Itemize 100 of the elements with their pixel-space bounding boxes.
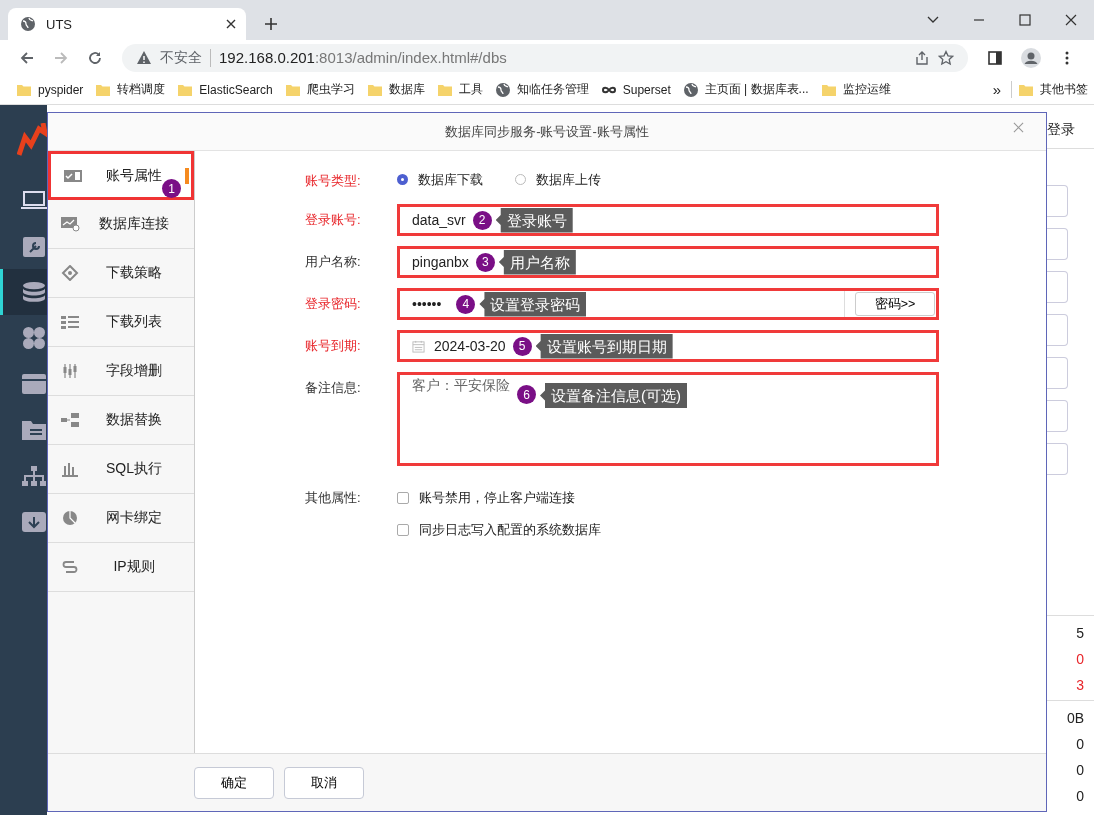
input-field[interactable]: pinganbx 3 用户名称 <box>400 249 936 275</box>
input-field[interactable] <box>1047 314 1068 346</box>
link-icon <box>60 559 80 575</box>
logo-icon <box>17 123 47 157</box>
security-label: 不安全 <box>160 48 211 67</box>
nav-item[interactable]: IP规则 <box>48 543 194 592</box>
input-field[interactable] <box>1047 443 1068 475</box>
nav-item[interactable]: 网卡绑定 <box>48 494 194 543</box>
nav-item[interactable]: 下载列表 <box>48 298 194 347</box>
cancel-button[interactable]: 取消 <box>284 766 364 799</box>
checkbox[interactable] <box>397 524 409 536</box>
sidebar-icon[interactable] <box>987 49 1003 66</box>
radio-option[interactable]: 数据库下载 <box>397 170 483 189</box>
input-field[interactable] <box>1047 271 1068 303</box>
input-field[interactable] <box>1047 228 1068 260</box>
input-field[interactable] <box>1047 400 1068 432</box>
profile-avatar[interactable] <box>1021 47 1041 68</box>
radio-option[interactable]: 数据库上传 <box>515 170 601 189</box>
field-label: 其他属性: <box>305 489 362 507</box>
browser-tab[interactable]: UTS <box>8 8 246 40</box>
bookmark-item[interactable]: 爬虫学习 <box>278 81 361 98</box>
sidebar-item[interactable] <box>0 269 47 315</box>
bookmark-item[interactable]: 监控运维 <box>814 81 897 98</box>
field-label: 备注信息: <box>305 379 362 397</box>
hint-tooltip: 设置账号到期日期 <box>535 333 673 359</box>
input-field[interactable] <box>1047 185 1068 217</box>
field-label: 登录账号: <box>305 211 362 229</box>
back-arrow-icon[interactable] <box>19 49 35 66</box>
nav-item[interactable]: 数据替换 <box>48 396 194 445</box>
diamond-icon <box>60 265 80 281</box>
bookmark-item[interactable]: 转档调度 <box>89 81 172 98</box>
globe-icon <box>20 16 36 32</box>
step-number-badge: 3 <box>475 252 495 272</box>
nav-item[interactable]: 账号属性 1 <box>48 151 194 200</box>
bookmark-item[interactable]: 知临任务管理 <box>488 81 595 98</box>
stat-value: 3 <box>1076 676 1084 695</box>
field-label: 登录密码: <box>305 295 362 313</box>
stat-value: 0 <box>1076 761 1084 780</box>
nav-item[interactable]: SQL执行 <box>48 445 194 494</box>
input-field[interactable]: data_svr 2 登录账号 <box>400 207 936 233</box>
nav-item[interactable]: 字段增删 <box>48 347 194 396</box>
reload-icon[interactable] <box>87 49 103 66</box>
hint-tooltip: 设置备注信息(可选) <box>540 383 687 408</box>
stat-value: 0 <box>1076 735 1084 754</box>
checkbox[interactable] <box>397 492 409 504</box>
close-icon[interactable] <box>226 19 236 29</box>
step-number-badge: 6 <box>517 385 536 404</box>
nav-item[interactable]: 数据库连接 <box>48 200 194 249</box>
checkbox-option[interactable]: 账号禁用，停止客户端连接 <box>397 489 601 507</box>
pie-icon <box>60 510 80 526</box>
step-number-badge: 1 <box>162 179 181 198</box>
calendar-icon <box>412 339 425 353</box>
bookmark-item[interactable]: 其他书签 <box>1012 81 1088 98</box>
checkbox-option[interactable]: 同步日志写入配置的系统数据库 <box>397 521 601 539</box>
database-icon <box>21 281 47 303</box>
hint-tooltip: 用户名称 <box>498 249 576 275</box>
nav-item[interactable]: 下载策略 <box>48 249 194 298</box>
maximize-icon[interactable] <box>1018 13 1032 27</box>
stat-value: 5 <box>1076 624 1084 643</box>
monitor-icon <box>60 216 80 232</box>
bookmark-item[interactable]: pyspider <box>10 81 90 98</box>
notes-field[interactable]: 客户：平安保险 6 设置备注信息(可选) <box>400 375 936 463</box>
close-icon[interactable] <box>1064 13 1078 27</box>
bookmark-item[interactable]: ElasticSearch <box>171 81 279 98</box>
header-text: 登录 <box>1047 121 1075 139</box>
step-number-badge: 4 <box>456 294 476 314</box>
address-bar[interactable]: 不安全 192.168.0.201:8013/admin/index.html#/dbs <box>122 43 968 72</box>
bookmark-item[interactable]: 数据库 <box>360 81 431 98</box>
star-icon[interactable] <box>938 49 954 66</box>
dialog-title: 数据库同步服务-账号设置-账号属性 <box>445 122 649 141</box>
confirm-button[interactable]: 确定 <box>194 766 274 799</box>
stat-value: 0 <box>1076 650 1084 669</box>
bookmark-item[interactable]: 主页面 | 数据库表... <box>676 81 815 98</box>
bookmark-item[interactable]: Superset <box>594 81 677 98</box>
new-tab-icon[interactable] <box>264 17 278 31</box>
four-circles-icon <box>21 327 47 349</box>
password-field[interactable]: •••••• 4 设置登录密码 <box>400 291 845 317</box>
stat-value: 0B <box>1066 709 1084 728</box>
overflow-chevron[interactable]: » <box>982 81 1012 98</box>
hint-tooltip: 设置登录密码 <box>479 291 587 317</box>
radio-button[interactable] <box>397 174 408 185</box>
password-button[interactable]: 密码>> <box>855 292 935 316</box>
card-icon <box>63 167 83 184</box>
field-label: 账号到期: <box>305 337 362 355</box>
warning-icon <box>136 49 152 66</box>
stat-value: 0 <box>1076 787 1084 806</box>
laptop-icon <box>21 189 47 211</box>
list-icon <box>60 314 80 330</box>
field-label: 用户名称: <box>305 253 362 271</box>
share-icon[interactable] <box>914 49 930 66</box>
globe-icon <box>682 81 699 98</box>
input-field[interactable] <box>1047 357 1068 389</box>
tab-title: UTS <box>46 16 73 32</box>
globe-icon <box>494 81 511 98</box>
hierarchy-icon <box>21 465 47 487</box>
field-label: 账号类型: <box>305 172 362 190</box>
bookmark-item[interactable]: 工具 <box>430 81 489 98</box>
date-field[interactable]: 2024-03-20 5 设置账号到期日期 <box>400 333 936 359</box>
step-number-badge: 2 <box>472 210 492 230</box>
flow-icon <box>60 412 80 428</box>
